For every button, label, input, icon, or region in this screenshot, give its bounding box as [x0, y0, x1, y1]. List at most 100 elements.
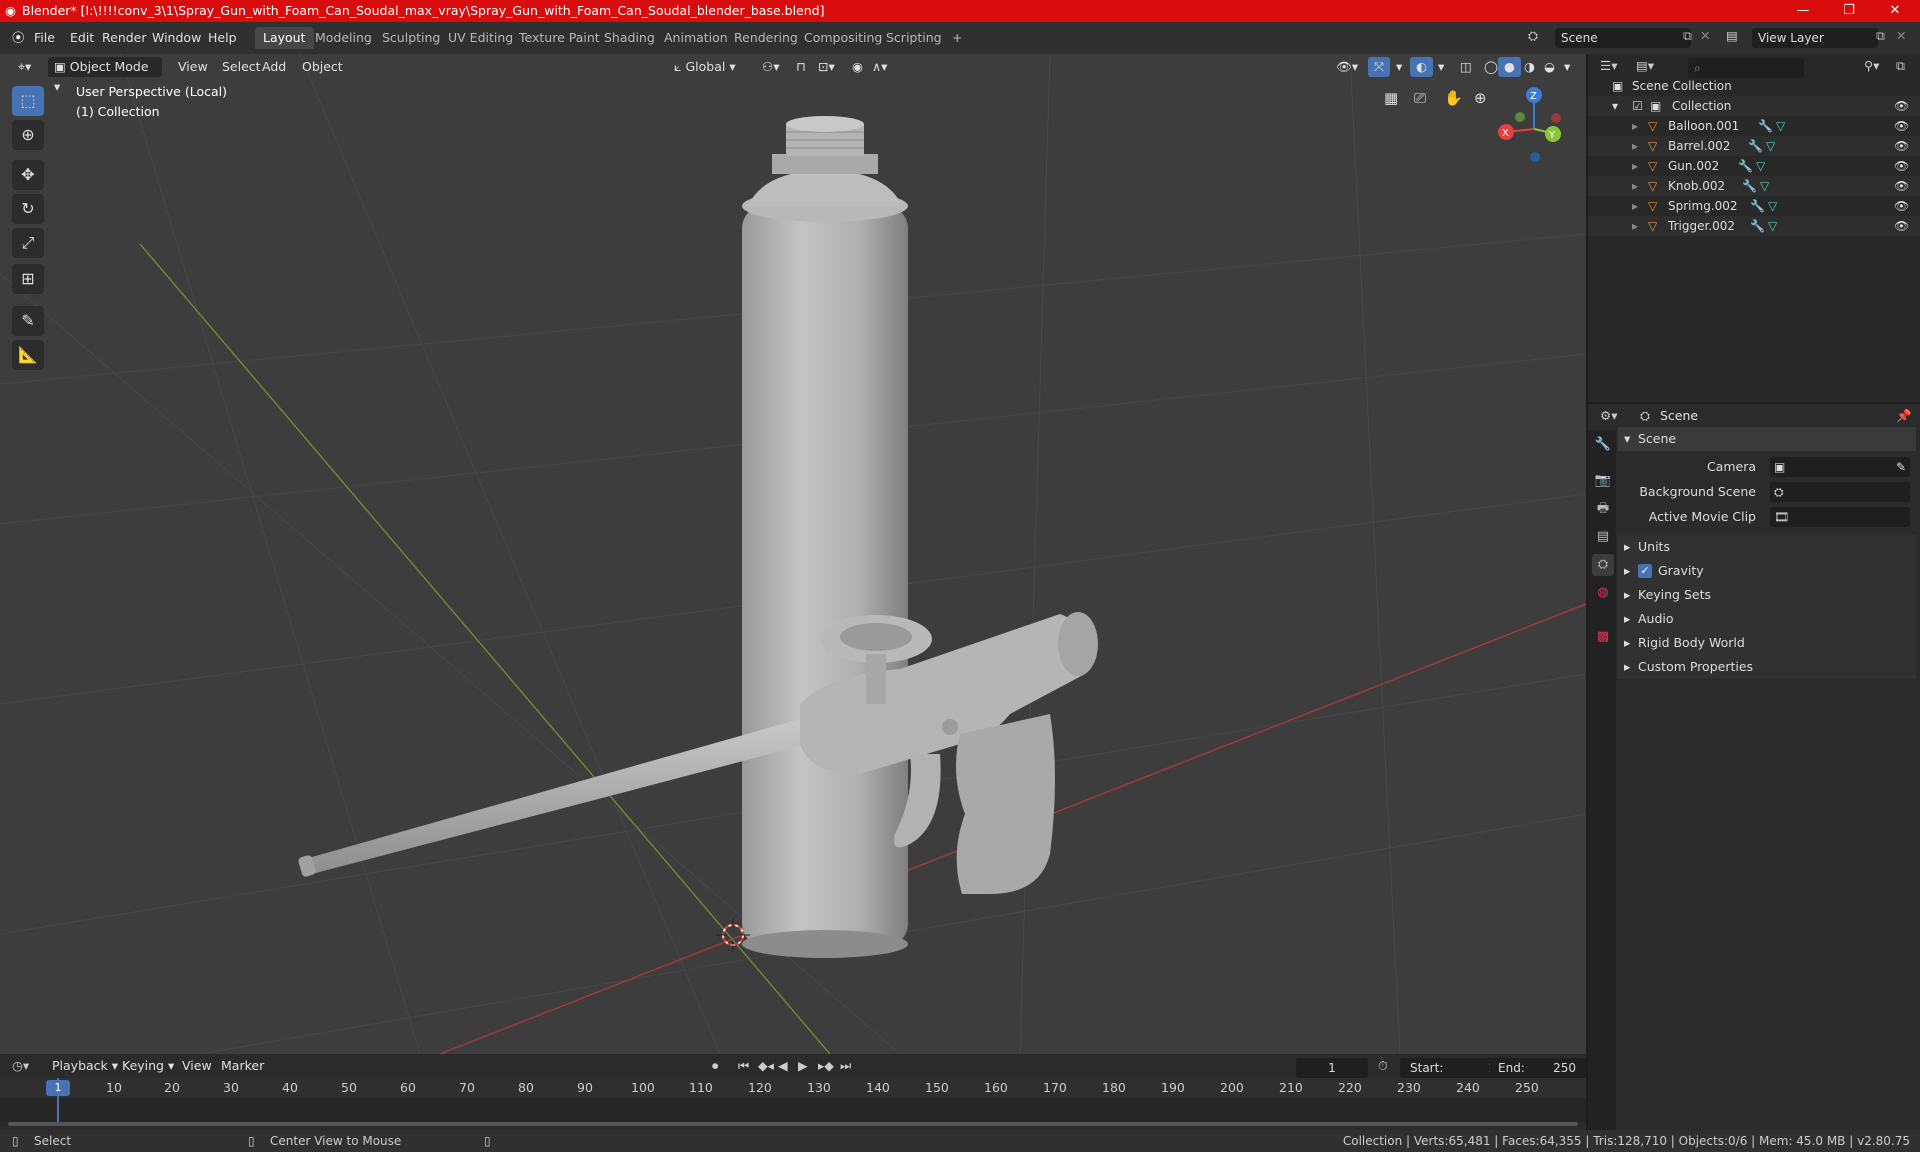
tab-shading[interactable]: Shading — [596, 27, 663, 49]
mesh-data-icon[interactable]: ▽ — [1760, 176, 1769, 196]
units-panel-header[interactable]: ▸ Units — [1618, 535, 1916, 559]
custom-properties-panel-header[interactable]: ▸ Custom Properties — [1618, 655, 1916, 679]
mode-dropdown[interactable]: ▣ Object Mode ▾ — [48, 57, 162, 94]
keying-sets-panel-header[interactable]: ▸ Keying Sets — [1618, 583, 1916, 607]
editor-type-icon[interactable]: ⌖▾ — [12, 57, 37, 77]
jump-end-icon[interactable]: ⏭ — [840, 1058, 851, 1074]
menu-add[interactable]: Add — [256, 57, 292, 77]
menu-view[interactable]: View — [172, 57, 214, 77]
modifier-wrench-icon[interactable]: 🔧 — [1758, 116, 1773, 136]
end-frame-field[interactable]: End: 250 — [1490, 1058, 1586, 1078]
modifier-wrench-icon[interactable]: 🔧 — [1738, 156, 1753, 176]
outliner-editor-icon[interactable]: ☰▾ — [1600, 58, 1617, 73]
menu-marker[interactable]: Marker — [221, 1058, 264, 1073]
menu-keying[interactable]: Keying ▾ — [122, 1058, 174, 1073]
modifier-wrench-icon[interactable]: 🔧 — [1750, 216, 1765, 236]
pin-icon[interactable]: 📌 — [1896, 408, 1912, 424]
stopwatch-icon[interactable]: ⏱ — [1378, 1058, 1388, 1074]
falloff-icon[interactable]: ∧▾ — [866, 57, 893, 77]
mesh-data-icon[interactable]: ▽ — [1766, 136, 1775, 156]
eyedropper-icon[interactable]: ✎ — [1896, 457, 1906, 477]
eye-icon[interactable]: 👁 — [1894, 176, 1909, 196]
scene-panel-header[interactable]: ▾ Scene — [1618, 427, 1916, 451]
audio-panel-header[interactable]: ▸ Audio — [1618, 607, 1916, 631]
remove-scene-icon[interactable]: ✕ — [1700, 28, 1710, 43]
menu-edit[interactable]: Edit — [64, 28, 100, 48]
jump-start-icon[interactable]: ⏮ — [738, 1058, 749, 1074]
active-movie-clip-field[interactable]: 🎞 — [1770, 507, 1910, 527]
outliner-search-input[interactable]: ⌕ — [1688, 58, 1804, 78]
view-layer-icon[interactable]: ▤ — [1726, 28, 1738, 43]
outliner-object-spring[interactable]: ▸ ▽ Sprimg.002 🔧 ▽ 👁 — [1588, 196, 1920, 216]
remove-view-layer-icon[interactable]: ✕ — [1896, 28, 1906, 43]
expand-arrow-icon[interactable]: ▸ — [1632, 136, 1638, 156]
play-icon[interactable]: ▶ — [798, 1058, 808, 1073]
expand-arrow-icon[interactable]: ▸ — [1632, 196, 1638, 216]
timeline-editor-icon[interactable]: ◷▾ — [12, 1058, 29, 1073]
playhead-frame-badge[interactable]: 1 — [46, 1080, 70, 1096]
shading-dropdown-icon[interactable]: ▾ — [1558, 57, 1576, 77]
expand-arrow-icon[interactable]: ▸ — [1632, 216, 1638, 236]
cursor-tool-icon[interactable]: ⊕ — [12, 120, 44, 150]
modifier-wrench-icon[interactable]: 🔧 — [1750, 196, 1765, 216]
eye-icon[interactable]: 👁 — [1894, 156, 1909, 176]
menu-render[interactable]: Render — [96, 28, 153, 48]
eye-icon[interactable]: 👁 — [1894, 136, 1909, 156]
mesh-data-icon[interactable]: ▽ — [1768, 196, 1777, 216]
prev-keyframe-icon[interactable]: ◆◂ — [758, 1058, 774, 1073]
grid-view-icon[interactable]: ▦ — [1384, 89, 1398, 107]
eye-icon[interactable]: 👁 — [1894, 196, 1909, 216]
outliner-object-balloon[interactable]: ▸ ▽ Balloon.001 🔧 ▽ 👁 — [1588, 116, 1920, 136]
tab-compositing[interactable]: Compositing — [796, 27, 890, 49]
overlay-dropdown-icon[interactable]: ▾ — [1432, 57, 1450, 77]
tab-scripting[interactable]: Scripting — [878, 27, 950, 49]
outliner-object-trigger[interactable]: ▸ ▽ Trigger.002 🔧 ▽ 👁 — [1588, 216, 1920, 236]
eye-icon[interactable]: 👁 — [1894, 116, 1909, 136]
outliner-scene-collection[interactable]: ▣ Scene Collection — [1588, 76, 1920, 96]
xray-icon[interactable]: ◫ — [1454, 57, 1478, 77]
new-scene-icon[interactable]: ⧉ — [1683, 28, 1692, 44]
rotate-tool-icon[interactable]: ↻ — [12, 194, 44, 224]
foam-can-model[interactable] — [742, 116, 908, 958]
properties-editor-icon[interactable]: ⚙▾ — [1600, 408, 1617, 423]
view-layer-tab-icon[interactable]: ▤ — [1592, 526, 1614, 548]
blender-menu-icon[interactable]: ⦿ — [6, 28, 31, 48]
pan-hand-icon[interactable]: ✋ — [1444, 89, 1463, 107]
world-tab-icon[interactable]: ◍ — [1592, 582, 1614, 604]
scale-tool-icon[interactable]: ⤢ — [12, 228, 44, 258]
expand-arrow-icon[interactable]: ▸ — [1632, 176, 1638, 196]
scene-selector-icon[interactable]: ⛭ — [1528, 28, 1538, 44]
outliner-collection[interactable]: ▾ ☑ ▣ Collection 👁 — [1588, 96, 1920, 116]
snap-target-icon[interactable]: ⊡▾ — [812, 57, 841, 77]
texture-tab-icon[interactable]: ▩ — [1592, 626, 1614, 648]
pivot-point-icon[interactable]: ⚇▾ — [756, 57, 785, 77]
background-scene-field[interactable]: ⛭ — [1770, 482, 1910, 502]
zoom-icon[interactable]: ⊕ — [1474, 89, 1487, 107]
annotate-tool-icon[interactable]: ✎ — [12, 306, 44, 336]
expand-arrow-icon[interactable]: ▾ — [1612, 96, 1618, 116]
minimize-button[interactable]: — — [1780, 0, 1826, 22]
tab-animation[interactable]: Animation — [656, 27, 736, 49]
move-tool-icon[interactable]: ✥ — [12, 160, 44, 190]
expand-arrow-icon[interactable]: ▸ — [1632, 116, 1638, 136]
view-layer-field[interactable]: View Layer — [1752, 28, 1878, 48]
menu-file[interactable]: File — [28, 28, 61, 48]
start-frame-field[interactable]: Start: 1 — [1400, 1058, 1504, 1078]
eye-icon[interactable]: 👁 — [1894, 96, 1909, 116]
current-frame-field[interactable]: 1 — [1296, 1058, 1368, 1078]
menu-object[interactable]: Object — [296, 57, 349, 77]
transform-tool-icon[interactable]: ⊞ — [12, 264, 44, 294]
tab-layout[interactable]: Layout — [255, 27, 314, 49]
measure-tool-icon[interactable]: 📐 — [12, 340, 44, 370]
transform-orientation-dropdown[interactable]: ⟀ Global ▾ — [668, 57, 742, 77]
tab-rendering[interactable]: Rendering — [726, 27, 806, 49]
add-workspace-button[interactable]: + — [944, 27, 970, 49]
menu-window[interactable]: Window — [146, 28, 207, 48]
keyframe-area[interactable] — [0, 1098, 1586, 1122]
close-button[interactable]: ✕ — [1872, 0, 1918, 22]
gizmo-toggle-icon[interactable]: ⤧ — [1368, 57, 1391, 77]
modifier-wrench-icon[interactable]: 🔧 — [1748, 136, 1763, 156]
overlay-toggle-icon[interactable]: ◐ — [1410, 57, 1433, 77]
new-collection-icon[interactable]: ⧉ — [1896, 58, 1905, 74]
camera-field[interactable]: ▣ ✎ — [1770, 457, 1910, 477]
